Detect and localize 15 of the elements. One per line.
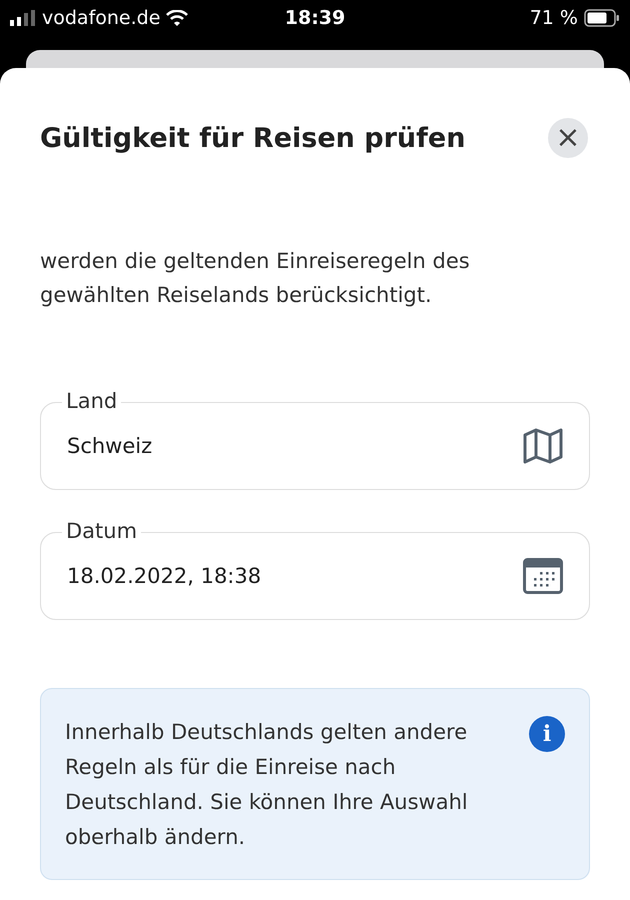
close-button[interactable]: ×	[548, 118, 588, 158]
info-icon: i	[529, 716, 565, 752]
calendar-icon[interactable]	[523, 558, 563, 594]
dialog-title: Gültigkeit für Reisen prüfen	[40, 122, 466, 154]
battery-icon	[584, 9, 620, 27]
battery-percent: 71 %	[530, 7, 578, 29]
info-text: Innerhalb Deutschlands gelten andere Regeln als für die Einreise nach Deutschland. Sie können Ihre Auswahl oberhalb ändern.	[65, 719, 469, 851]
signal-icon	[10, 10, 36, 26]
wifi-icon	[166, 10, 188, 26]
carrier-name: vodafone.de	[42, 7, 160, 29]
field-value: 18.02.2022, 18:38	[67, 564, 262, 588]
clock-time: 18:39	[284, 7, 346, 29]
intro-text: werden die geltenden Einreiseregeln des gewählten Reiselands berücksichtigt.	[40, 248, 471, 309]
map-icon[interactable]	[523, 428, 563, 464]
field-value: Schweiz	[67, 434, 152, 458]
